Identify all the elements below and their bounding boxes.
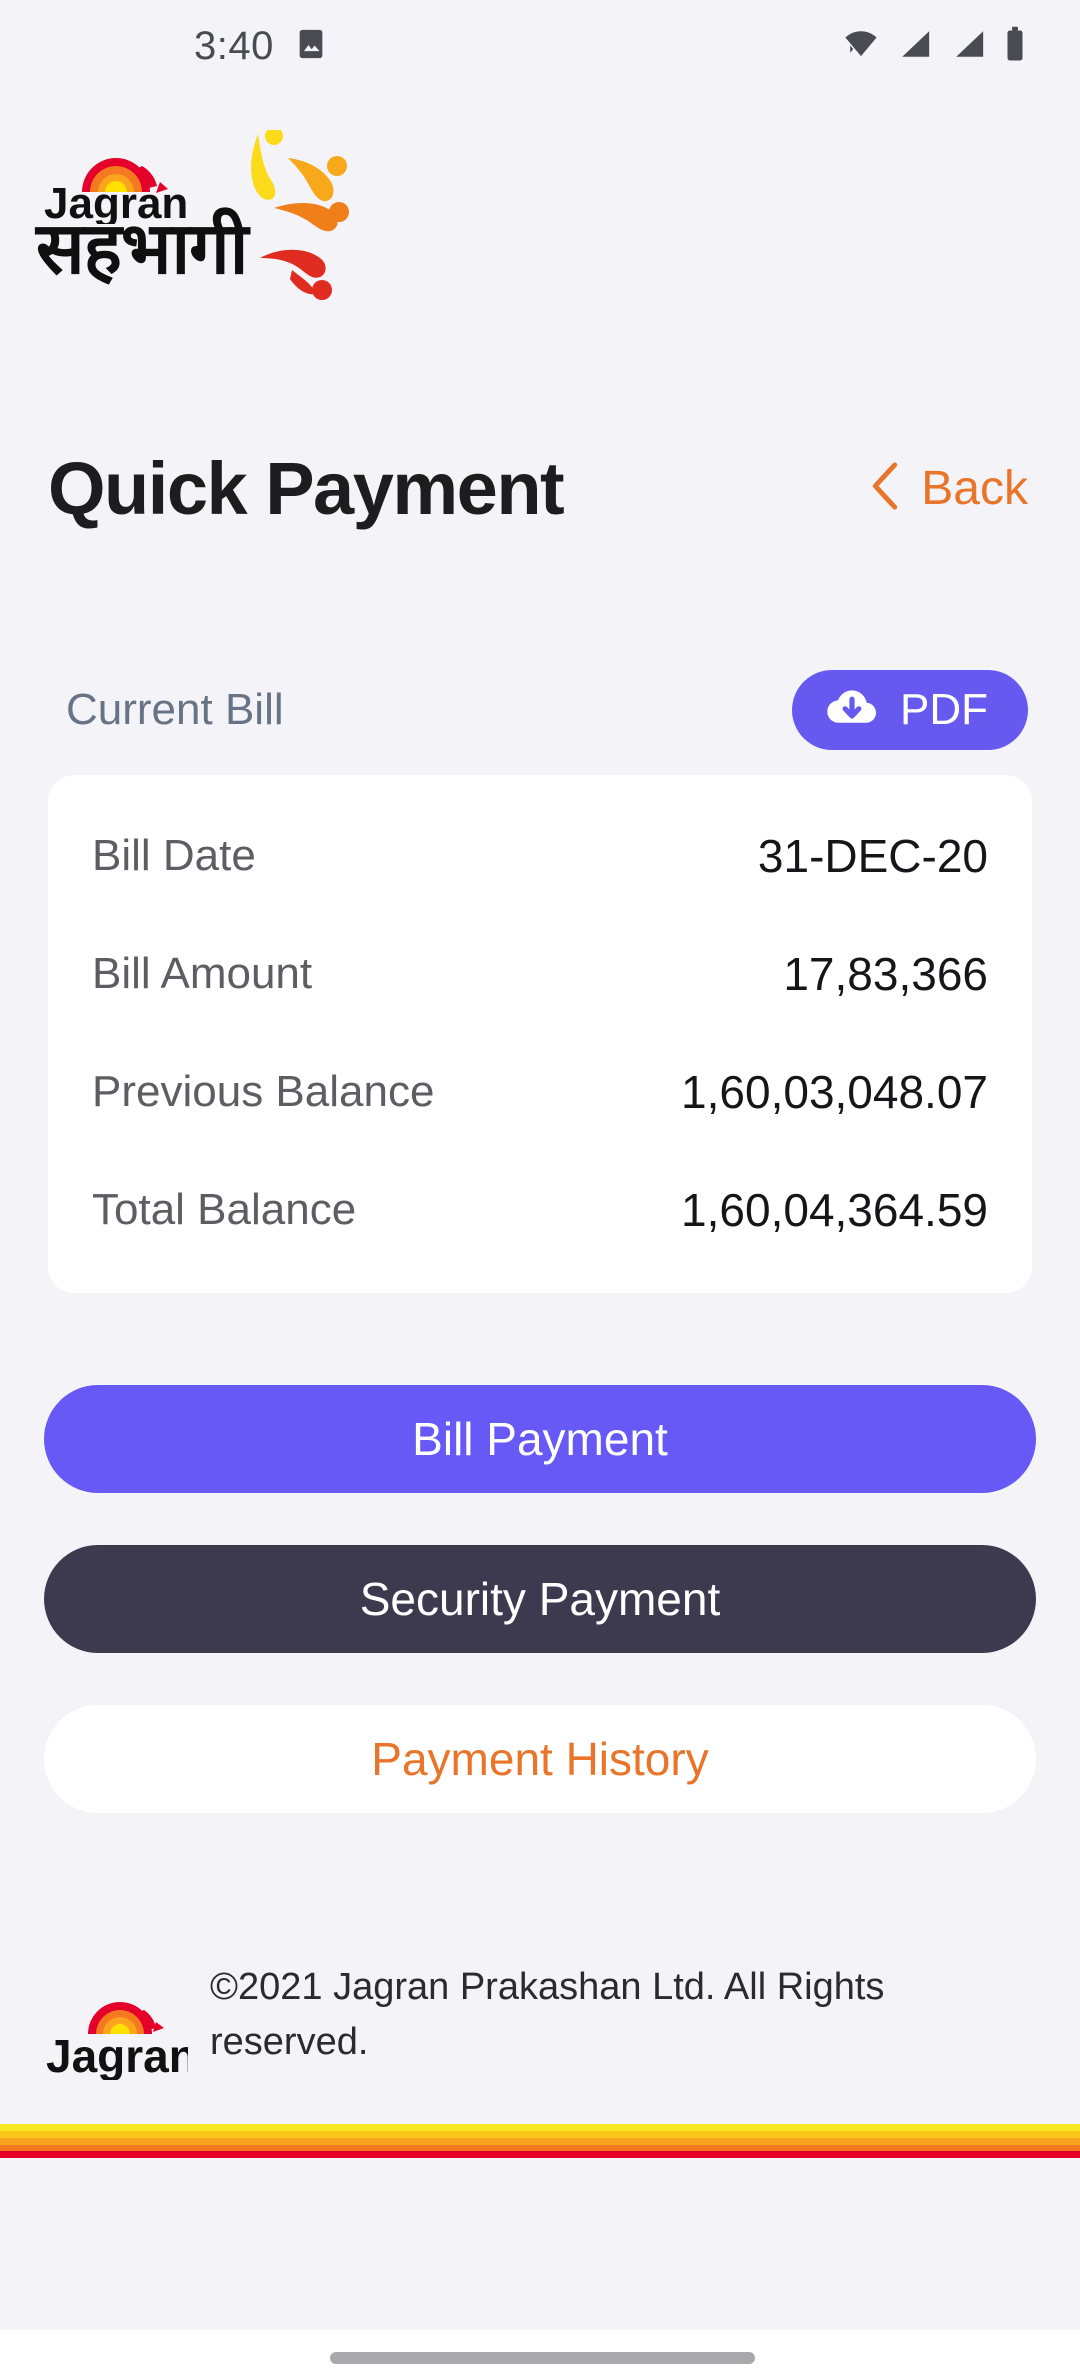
bill-row-value: 1,60,03,048.07 [681, 1066, 988, 1118]
payment-history-button[interactable]: Payment History [44, 1705, 1036, 1813]
download-pdf-button[interactable]: PDF [792, 670, 1028, 750]
footer: Jagran ©2021 Jagran Prakashan Ltd. All R… [0, 1940, 1080, 2090]
table-row: Bill Date 31-DEC-20 [92, 797, 988, 915]
bill-payment-button-label: Bill Payment [412, 1413, 668, 1465]
status-bar-right [842, 26, 1026, 67]
bill-row-label: Bill Date [92, 831, 256, 880]
table-row: Previous Balance 1,60,03,048.07 [92, 1033, 988, 1151]
brand-logo: Jagran सहभागी [36, 127, 366, 320]
cloud-download-icon [824, 684, 880, 737]
security-payment-button[interactable]: Security Payment [44, 1545, 1036, 1653]
signal-icon [950, 27, 988, 66]
bill-row-label: Total Balance [92, 1185, 357, 1234]
bill-row-value: 17,83,366 [783, 948, 988, 1000]
bill-payment-button[interactable]: Bill Payment [44, 1385, 1036, 1493]
status-bar: 3:40 [0, 0, 1080, 92]
pdf-button-label: PDF [900, 685, 988, 734]
wifi-icon [842, 27, 880, 66]
stripe-gold [0, 2131, 1080, 2138]
bill-row-value: 31-DEC-20 [757, 830, 988, 882]
section-title: Current Bill [66, 685, 284, 734]
back-button[interactable]: Back [865, 460, 1028, 517]
payment-history-button-label: Payment History [371, 1733, 709, 1785]
battery-icon [1004, 26, 1026, 67]
stripe-amber [0, 2138, 1080, 2145]
jagran-sun-logo: Jagran [46, 1960, 197, 2082]
bill-row-value: 1,60,04,364.59 [681, 1184, 988, 1236]
signal-icon [896, 27, 934, 66]
bill-row-label: Previous Balance [92, 1067, 435, 1116]
bill-details-card: Bill Date 31-DEC-20 Bill Amount 17,83,36… [48, 775, 1032, 1293]
security-payment-button-label: Security Payment [359, 1573, 721, 1625]
status-bar-left: 3:40 [0, 24, 328, 69]
current-bill-section-header: Current Bill PDF [0, 660, 1080, 760]
chevron-left-icon [865, 460, 905, 517]
copyright-text: ©2021 Jagran Prakashan Ltd. All Rights r… [210, 1966, 885, 2064]
table-row: Total Balance 1,60,04,364.59 [92, 1151, 988, 1269]
brand-name-hindi: सहभागी [36, 206, 248, 290]
page-header: Quick Payment Back [0, 428, 1080, 548]
svg-text:Jagran: Jagran [46, 2030, 188, 2080]
home-indicator[interactable] [330, 2352, 755, 2364]
image-icon [294, 27, 328, 66]
celebration-figures-icon [236, 127, 366, 320]
brand-stripe-bar [0, 2124, 1080, 2158]
table-row: Bill Amount 17,83,366 [92, 915, 988, 1033]
status-bar-clock: 3:40 [194, 23, 274, 68]
stripe-yellow [0, 2124, 1080, 2131]
app-screen: 3:40 Jagran सहभागी Quick Payment Back Cu… [0, 0, 1080, 2376]
back-button-label: Back [921, 461, 1028, 515]
bill-row-label: Bill Amount [92, 949, 313, 998]
stripe-red [0, 2151, 1080, 2158]
page-title: Quick Payment [48, 446, 565, 530]
